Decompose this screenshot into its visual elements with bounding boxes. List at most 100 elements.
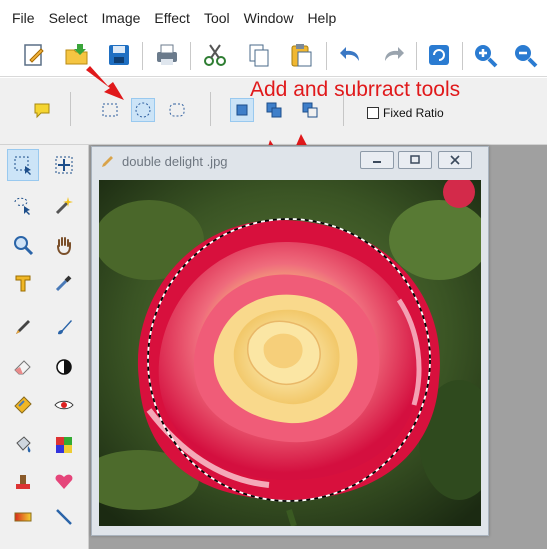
print-button[interactable] xyxy=(152,40,182,70)
rounded-rect-select-option[interactable] xyxy=(165,98,189,122)
options-separator xyxy=(70,92,71,126)
ellipse-select-option[interactable] xyxy=(131,98,155,122)
new-file-icon xyxy=(24,44,44,66)
fixed-ratio-option[interactable]: Fixed Ratio xyxy=(367,106,444,120)
menu-image[interactable]: Image xyxy=(101,10,140,26)
image-canvas[interactable] xyxy=(99,180,481,526)
new-file-button[interactable] xyxy=(18,40,48,70)
annotation-text: Add and subrract tools xyxy=(250,78,461,101)
tool-stamp[interactable] xyxy=(7,465,39,497)
zoom-in-icon xyxy=(475,45,498,68)
paste-button[interactable] xyxy=(286,40,316,70)
redo-icon xyxy=(385,47,404,61)
tool-bucket[interactable] xyxy=(7,429,39,461)
tool-zoom[interactable] xyxy=(7,229,39,261)
move-icon xyxy=(55,156,73,174)
add-selection-icon xyxy=(266,102,282,118)
undo-icon xyxy=(340,47,359,61)
tool-line[interactable] xyxy=(48,501,80,533)
scissors-icon xyxy=(204,44,226,66)
select-icon xyxy=(14,156,31,175)
tool-gradient[interactable] xyxy=(7,501,39,533)
tool-red-eye[interactable] xyxy=(48,389,80,421)
red-eye-icon xyxy=(54,400,74,410)
tool-pencil[interactable] xyxy=(7,311,39,343)
rect-select-option[interactable] xyxy=(98,98,122,122)
redo-button[interactable] xyxy=(378,40,408,70)
menu-file[interactable]: File xyxy=(12,10,35,26)
toolbar-separator xyxy=(142,42,143,70)
magnifier-icon xyxy=(14,236,34,256)
cut-button[interactable] xyxy=(200,40,230,70)
close-icon xyxy=(450,155,460,165)
pencil-icon xyxy=(16,320,30,334)
zoom-in-button[interactable] xyxy=(470,40,500,70)
tool-contrast[interactable] xyxy=(48,351,80,383)
zoom-out-icon xyxy=(515,45,538,68)
tool-rectangle-select[interactable] xyxy=(7,149,39,181)
contrast-icon xyxy=(56,359,72,375)
color-replace-icon xyxy=(56,437,72,453)
stamp-icon xyxy=(16,475,30,489)
minimize-icon xyxy=(373,161,381,163)
refresh-button[interactable] xyxy=(424,40,454,70)
tool-heal[interactable] xyxy=(48,465,80,497)
options-separator xyxy=(210,92,211,126)
tool-magic-wand[interactable] xyxy=(48,189,80,221)
magic-wand-icon xyxy=(55,197,73,215)
document-window: double delight .jpg xyxy=(91,146,489,536)
maximize-button[interactable] xyxy=(398,151,432,169)
maximize-icon xyxy=(410,155,420,164)
close-button[interactable] xyxy=(438,151,472,169)
toolbar-separator xyxy=(416,42,417,70)
tool-eyedropper[interactable] xyxy=(48,267,80,299)
subtract-selection-icon xyxy=(302,102,318,118)
tool-color-replace[interactable] xyxy=(48,429,80,461)
print-icon xyxy=(157,44,177,65)
copy-button[interactable] xyxy=(244,40,274,70)
open-folder-icon xyxy=(65,44,88,65)
rounded-rectangle-select-icon xyxy=(169,103,185,117)
toolbar-separator xyxy=(326,42,327,70)
fixed-ratio-label: Fixed Ratio xyxy=(383,106,444,120)
gradient-icon xyxy=(14,512,32,522)
fixed-ratio-checkbox[interactable] xyxy=(367,107,379,119)
paste-icon xyxy=(291,44,312,67)
tool-brush[interactable] xyxy=(48,311,80,343)
save-icon xyxy=(109,45,129,65)
refresh-icon xyxy=(429,45,449,65)
toolbar-separator xyxy=(462,42,463,70)
save-button[interactable] xyxy=(104,40,134,70)
brush-icon xyxy=(58,320,72,335)
paint-bucket-icon xyxy=(16,436,31,453)
menu-select[interactable]: Select xyxy=(49,10,88,26)
tool-clone[interactable] xyxy=(7,389,39,421)
menu-help[interactable]: Help xyxy=(307,10,336,26)
eraser-icon xyxy=(14,360,31,375)
undo-button[interactable] xyxy=(336,40,366,70)
menu-effect[interactable]: Effect xyxy=(154,10,190,26)
ellipse-select-icon xyxy=(135,102,151,118)
minimize-button[interactable] xyxy=(360,151,394,169)
toolbox xyxy=(0,145,89,549)
tool-lasso[interactable] xyxy=(7,189,39,221)
tool-text[interactable] xyxy=(7,267,39,299)
comment-button[interactable] xyxy=(30,98,54,122)
line-icon xyxy=(56,509,72,525)
copy-icon xyxy=(249,44,269,67)
eyedropper-icon xyxy=(55,275,72,292)
menu-bar: File Select Image Effect Tool Window Hel… xyxy=(0,0,547,37)
menu-tool[interactable]: Tool xyxy=(204,10,230,26)
tool-move[interactable] xyxy=(48,149,80,181)
rectangle-select-icon xyxy=(102,103,118,117)
zoom-out-button[interactable] xyxy=(510,40,540,70)
menu-window[interactable]: Window xyxy=(244,10,294,26)
clone-stamp-icon xyxy=(14,396,32,414)
pencil-icon xyxy=(102,156,113,167)
tool-eraser[interactable] xyxy=(7,351,39,383)
open-file-button[interactable] xyxy=(62,40,92,70)
toolbar-separator xyxy=(190,42,191,70)
new-selection-icon xyxy=(236,104,248,116)
tool-pan[interactable] xyxy=(48,229,80,261)
main-toolbar xyxy=(0,36,547,77)
